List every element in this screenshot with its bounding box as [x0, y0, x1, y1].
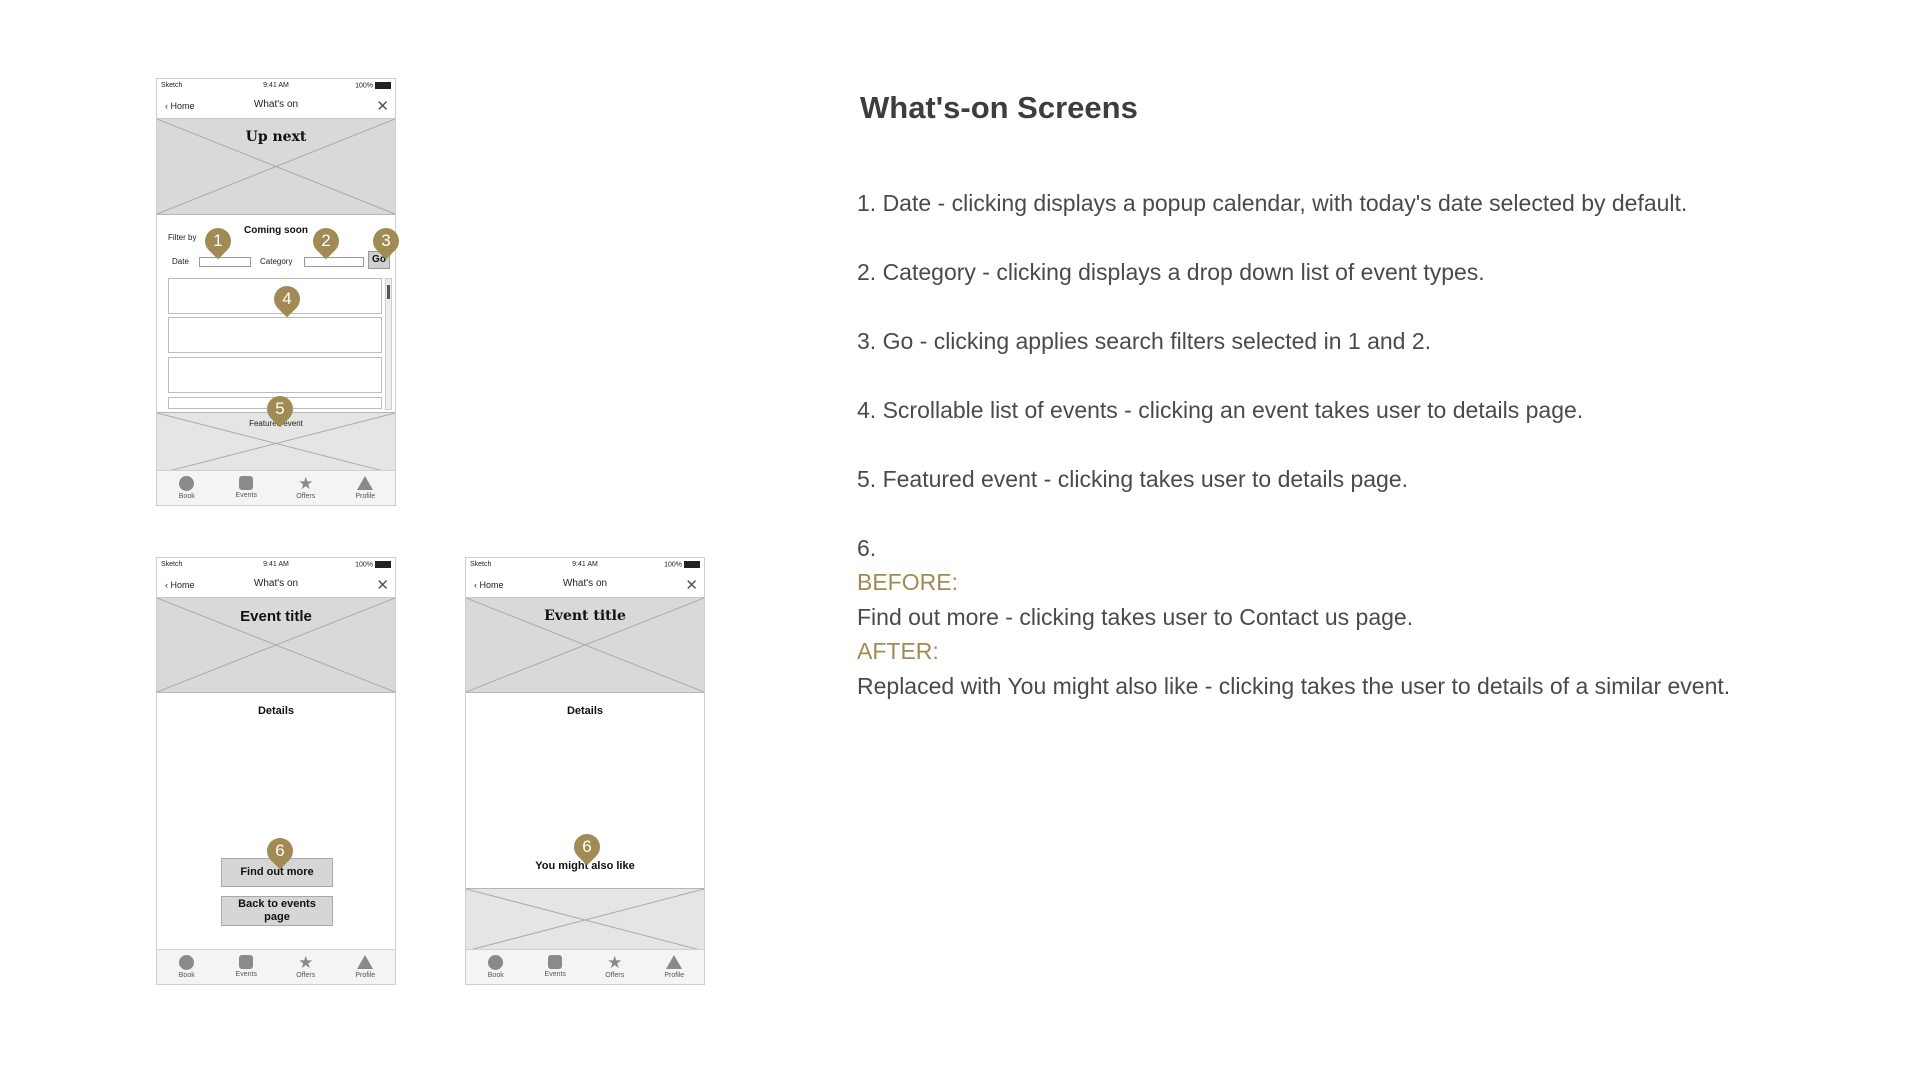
annotation-item-4: 4. Scrollable list of events - clicking …	[857, 397, 1584, 423]
star-icon: ★	[298, 953, 314, 972]
status-bar: Sketch 9:41 AM 100%	[466, 558, 704, 574]
scrollbar-thumb[interactable]	[387, 285, 390, 299]
square-icon	[548, 955, 563, 969]
tab-profile[interactable]: Profile	[340, 471, 390, 505]
event-image-banner: Event title	[466, 598, 704, 693]
back-to-events-button[interactable]: Back to events page	[221, 896, 333, 926]
star-icon: ★	[607, 953, 623, 972]
annotations-title: What's-on Screens	[860, 90, 1138, 125]
close-icon[interactable]: ✕	[376, 97, 389, 115]
tab-book[interactable]: Book	[471, 950, 521, 984]
before-text: Find out more - clicking takes user to C…	[857, 604, 1414, 630]
battery-icon	[684, 561, 700, 568]
image-placeholder-icon	[466, 889, 704, 951]
tab-bar: Book Events ★ Offers Profile	[157, 470, 395, 505]
status-bar: Sketch 9:41 AM 100%	[157, 558, 395, 574]
tab-bar: Book Events ★ Offers Profile	[157, 949, 395, 984]
nav-title: What's on	[253, 99, 299, 110]
event-list-scrollbar[interactable]	[385, 278, 392, 410]
tab-book[interactable]: Book	[162, 950, 212, 984]
battery-label: 100%	[355, 82, 391, 89]
category-dropdown[interactable]	[304, 257, 364, 267]
star-icon: ★	[298, 474, 314, 493]
marker-6: 6	[568, 828, 606, 866]
tab-events[interactable]: Events	[221, 471, 271, 505]
similar-event-banner[interactable]	[466, 888, 704, 951]
circle-icon	[179, 476, 195, 491]
tab-bar: Book Events ★ Offers Profile	[466, 949, 704, 984]
annotation-item-6-number: 6.	[857, 535, 877, 561]
battery-icon	[375, 82, 391, 89]
event-title: Event title	[544, 608, 626, 624]
marker-5: 5	[261, 390, 299, 428]
tab-events[interactable]: Events	[530, 950, 580, 984]
date-field[interactable]	[199, 257, 251, 267]
triangle-icon	[357, 476, 374, 490]
nav-bar: ‹ Home What's on ✕	[157, 574, 395, 598]
after-label: AFTER:	[857, 638, 939, 664]
marker-1: 1	[199, 222, 237, 260]
close-icon[interactable]: ✕	[685, 576, 698, 594]
date-label: Date	[172, 257, 189, 266]
nav-bar: ‹ Home What's on ✕	[466, 574, 704, 598]
tab-profile[interactable]: Profile	[649, 950, 699, 984]
circle-icon	[488, 955, 504, 970]
phone-screen-event-after: Sketch 9:41 AM 100% ‹ Home What's on ✕ E…	[465, 557, 705, 985]
tab-book[interactable]: Book	[162, 471, 212, 505]
close-icon[interactable]: ✕	[376, 576, 389, 594]
square-icon	[239, 955, 254, 969]
nav-title: What's on	[562, 578, 608, 589]
event-image-banner: Event title	[157, 598, 395, 693]
annotation-item-3: 3. Go - clicking applies search filters …	[857, 328, 1432, 354]
details-label: Details	[566, 705, 604, 717]
tab-profile[interactable]: Profile	[340, 950, 390, 984]
square-icon	[239, 476, 254, 490]
phone-screen-event-before: Sketch 9:41 AM 100% ‹ Home What's on ✕ E…	[156, 557, 396, 985]
tab-offers[interactable]: ★ Offers	[590, 950, 640, 984]
triangle-icon	[666, 955, 683, 969]
nav-title: What's on	[253, 578, 299, 589]
tab-events[interactable]: Events	[221, 950, 271, 984]
battery-label: 100%	[664, 561, 700, 568]
tab-offers[interactable]: ★ Offers	[281, 471, 331, 505]
annotation-item-2: 2. Category - clicking displays a drop d…	[857, 259, 1485, 285]
battery-icon	[375, 561, 391, 568]
circle-icon	[179, 955, 195, 970]
up-next-title: Up next	[245, 129, 307, 145]
after-text: Replaced with You might also like - clic…	[857, 673, 1731, 699]
event-title: Event title	[240, 608, 312, 625]
event-list-item[interactable]	[168, 357, 382, 393]
details-label: Details	[257, 705, 295, 717]
up-next-banner[interactable]: Up next	[157, 119, 395, 215]
marker-6: 6	[261, 832, 299, 870]
event-list-item[interactable]	[168, 317, 382, 353]
triangle-icon	[357, 955, 374, 969]
before-label: BEFORE:	[857, 569, 958, 595]
annotation-item-1: 1. Date - clicking displays a popup cale…	[857, 190, 1688, 216]
marker-2: 2	[307, 222, 345, 260]
annotation-item-5: 5. Featured event - clicking takes user …	[857, 466, 1409, 492]
filter-by-label: Filter by	[168, 233, 197, 242]
marker-3: 3	[367, 222, 405, 260]
status-bar: Sketch 9:41 AM 100%	[157, 79, 395, 95]
battery-label: 100%	[355, 561, 391, 568]
nav-bar: ‹ Home What's on ✕	[157, 95, 395, 119]
tab-offers[interactable]: ★ Offers	[281, 950, 331, 984]
category-label: Category	[260, 257, 293, 266]
marker-4: 4	[268, 280, 306, 318]
